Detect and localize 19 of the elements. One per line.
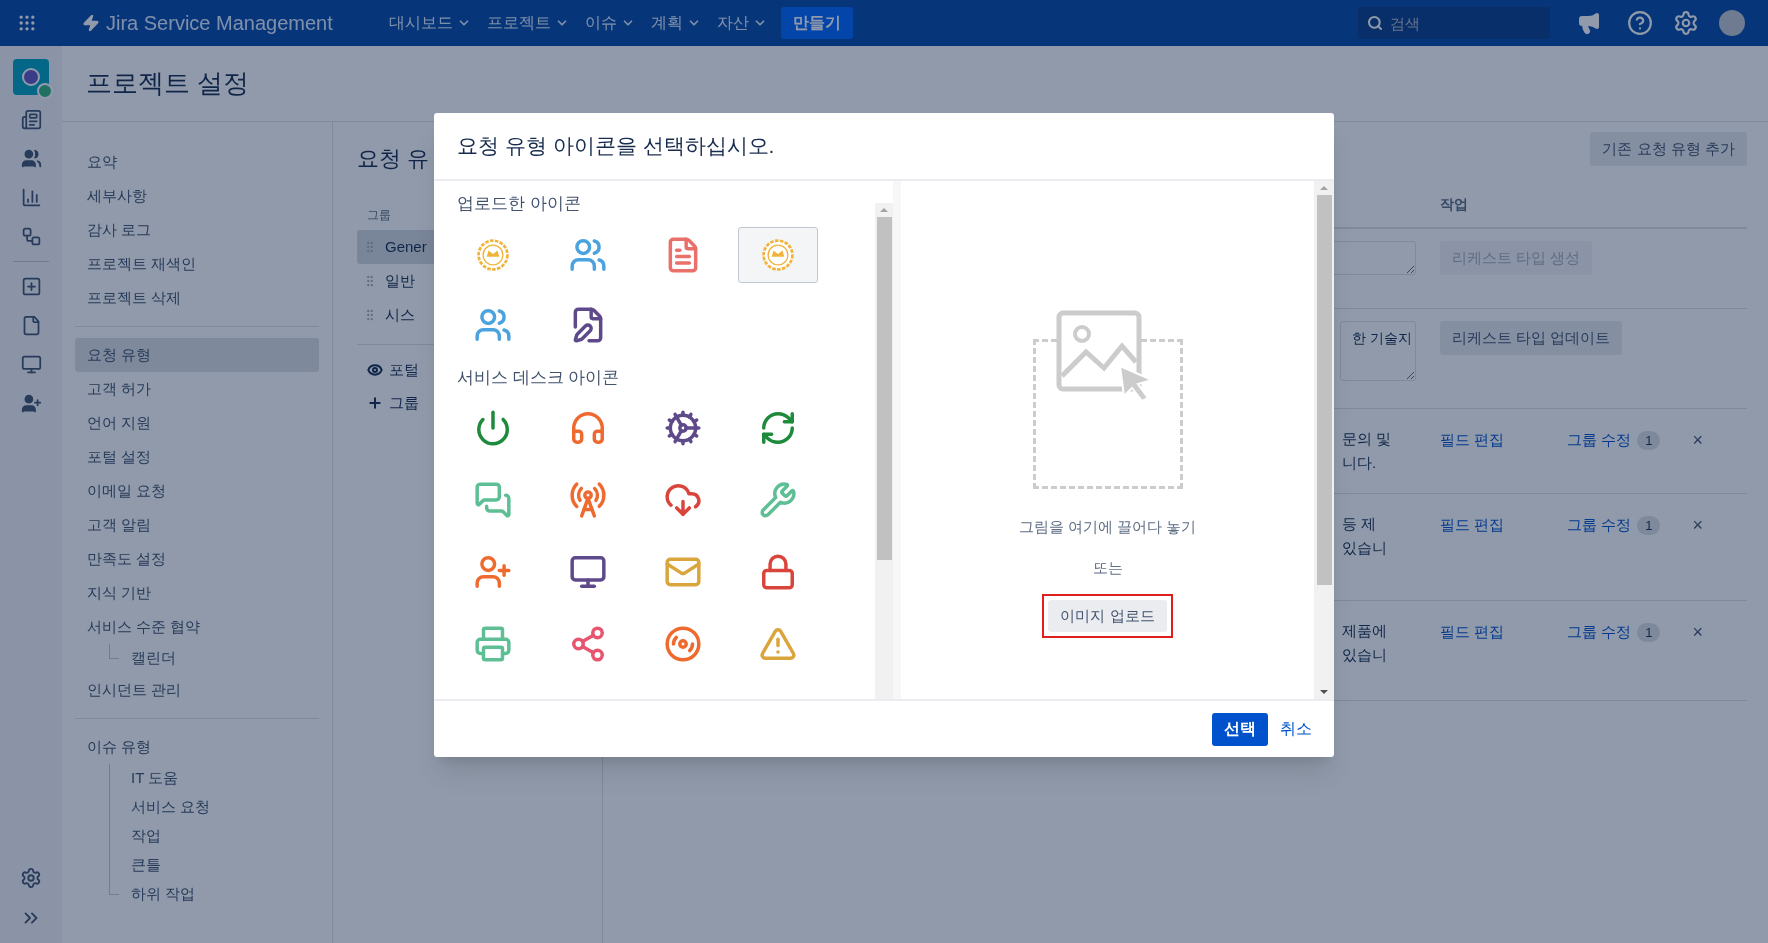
count-badge: 1 — [1637, 430, 1661, 451]
group-name: 시스 — [385, 304, 415, 325]
product-name: Jira Service Management — [106, 11, 333, 36]
description-text: 제품에 있습니 — [1342, 621, 1388, 665]
count-badge: 1 — [1637, 515, 1661, 536]
description-text: 문의 및 니다. — [1342, 429, 1393, 473]
count-badge: 1 — [1637, 622, 1661, 643]
page-title: 프로젝트 설정 — [86, 67, 250, 100]
section-label: 서비스 데스크 아이콘 — [457, 366, 621, 389]
group-name: Gener — [385, 236, 427, 257]
or-text: 또는 — [1092, 557, 1123, 578]
drop-hint: 그림을 여기에 끌어다 놓기 — [1018, 517, 1197, 537]
section-label: 업로드한 아이콘 — [457, 193, 582, 215]
column-header: 그룹 — [367, 207, 392, 224]
group-name: 일반 — [385, 270, 415, 291]
column-header: 작업 — [1440, 195, 1469, 214]
section-title: 요청 유 — [357, 145, 430, 173]
dialog-title: 요청 유형 아이콘을 선택하십시오. — [457, 133, 775, 160]
description-text: 등 제 있습니 — [1342, 514, 1388, 558]
